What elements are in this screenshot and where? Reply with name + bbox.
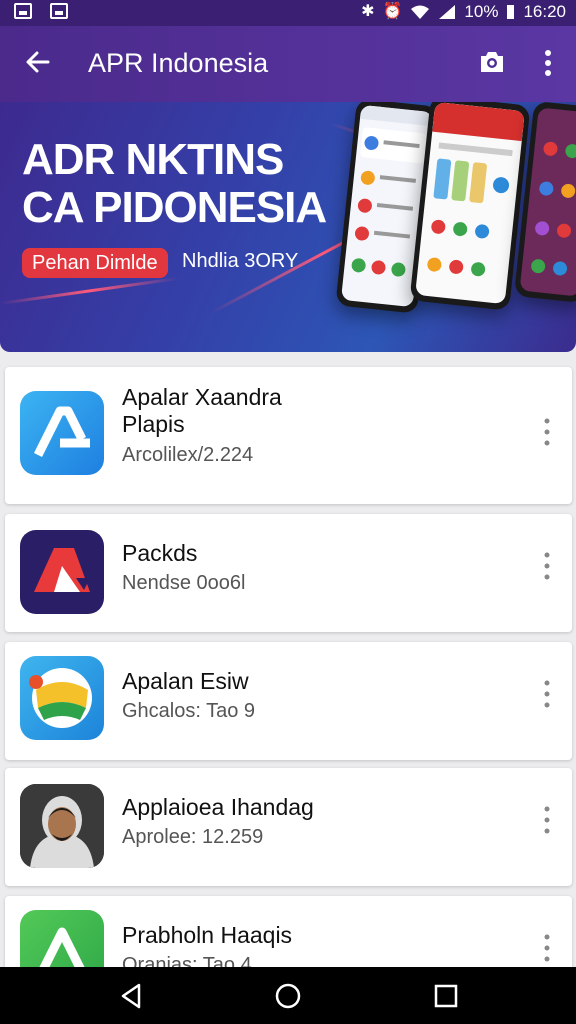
back-arrow-icon[interactable] — [22, 46, 54, 78]
app-store-screen-image — [427, 102, 525, 277]
app-name: Packds — [122, 540, 198, 566]
app-logo-icon — [20, 910, 104, 967]
banner-streak — [0, 276, 179, 305]
app-bar: APR Indonesia — [0, 26, 576, 102]
banner-pill: Pehan Dimlde — [22, 248, 168, 278]
more-options-icon[interactable] — [539, 417, 555, 447]
app-list[interactable]: Apalar Xaandra Plapis Arcolilex/2.224 Pa… — [0, 352, 576, 967]
alarm-icon: ⏰ — [382, 3, 403, 20]
list-item[interactable]: Packds Nendse 0oo6l — [5, 514, 572, 632]
banner-subtitle: Nhdlia 3ORY — [182, 250, 299, 272]
banner-headline: ADR NKTINS — [22, 135, 284, 184]
more-options-icon[interactable] — [539, 805, 555, 835]
more-options-icon[interactable] — [539, 679, 555, 709]
phone-mockup — [409, 102, 531, 311]
more-options-icon[interactable] — [539, 933, 555, 963]
app-logo-icon — [20, 530, 104, 614]
banner-headline: CA PIDONESIA — [22, 183, 327, 232]
home-nav-icon[interactable] — [273, 981, 303, 1011]
app-logo-icon — [20, 391, 104, 475]
more-options-icon[interactable] — [539, 551, 555, 581]
list-item[interactable]: Applaioea Ihandag Aprolee: 12.259 — [5, 768, 572, 886]
promo-banner[interactable]: ADR NKTINS CA PIDONESIA Pehan Dimlde Nhd… — [0, 102, 576, 352]
avatar — [20, 784, 104, 868]
home-screen-image — [531, 141, 576, 276]
navigation-bar — [0, 967, 576, 1024]
recents-nav-icon[interactable] — [431, 981, 461, 1011]
battery-percent: 10% — [464, 2, 499, 21]
signal-icon — [439, 5, 456, 19]
bluetooth-icon: ✱ — [361, 3, 375, 20]
app-meta: Nendse 0oo6l — [122, 572, 246, 594]
gallery-notification-icon — [14, 3, 32, 19]
app-meta: Arcolilex/2.224 — [122, 444, 254, 466]
app-meta: Oranias: Tao 4 — [122, 954, 252, 967]
page-title: APR Indonesia — [88, 48, 269, 78]
app-logo-icon — [20, 656, 104, 740]
clock: 16:20 — [523, 2, 566, 21]
more-options-icon[interactable] — [536, 48, 560, 78]
app-name: Plapis — [122, 411, 185, 437]
app-name: Apalar Xaandra — [122, 384, 282, 410]
list-item[interactable]: Apalar Xaandra Plapis Arcolilex/2.224 — [5, 367, 572, 504]
list-item[interactable]: Prabholn Haaqis Oranias: Tao 4 — [5, 896, 572, 967]
wifi-icon — [411, 5, 430, 19]
app-name: Applaioea Ihandag — [122, 794, 314, 820]
list-item[interactable]: Apalan Esiw Ghcalos: Tao 9 — [5, 642, 572, 760]
app-name: Prabholn Haaqis — [122, 922, 293, 948]
camera-icon[interactable] — [478, 48, 506, 76]
image-notification-icon — [50, 3, 68, 19]
app-name: Apalan Esiw — [122, 668, 249, 694]
app-meta: Aprolee: 12.259 — [122, 826, 264, 848]
status-bar: ✱ ⏰ 10% 16:20 — [0, 0, 576, 26]
app-meta: Ghcalos: Tao 9 — [122, 700, 256, 722]
battery-icon — [507, 5, 515, 19]
back-nav-icon[interactable] — [117, 981, 147, 1011]
